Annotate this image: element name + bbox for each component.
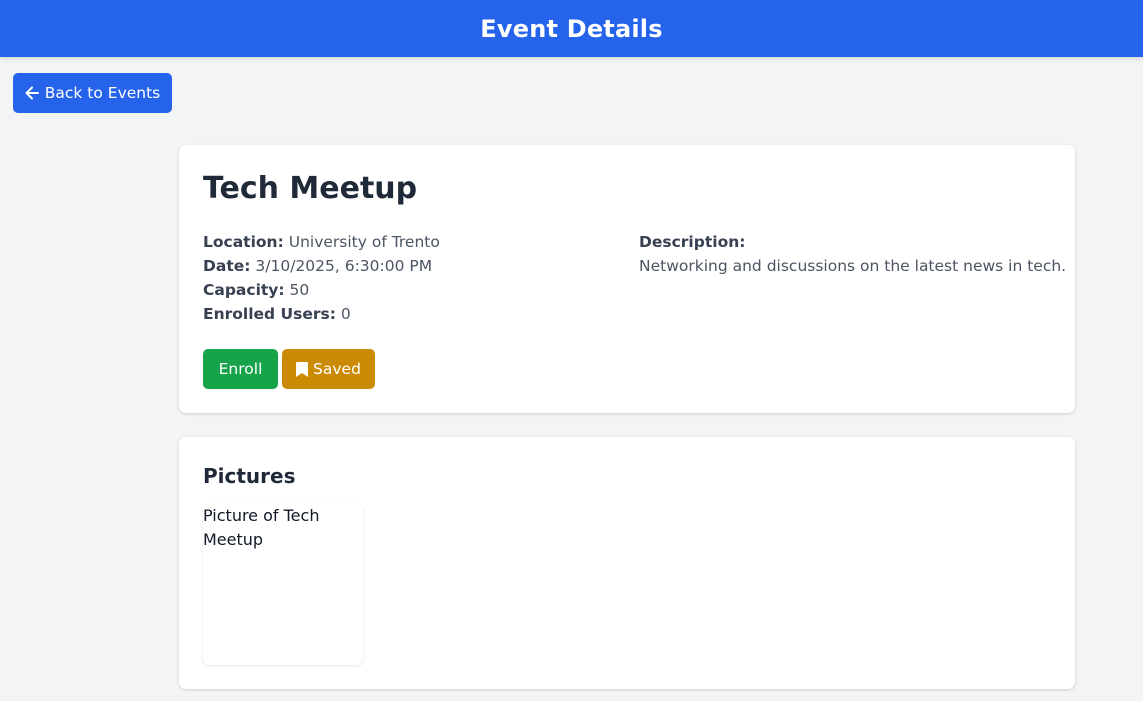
arrow-left-icon <box>25 86 39 100</box>
enrolled-value: 0 <box>340 305 351 323</box>
top-bar: Event Details <box>0 0 1143 57</box>
location-row: Location: University of Trento <box>203 230 440 254</box>
saved-button-label: Saved <box>313 360 361 378</box>
enroll-button[interactable]: Enroll <box>203 349 278 389</box>
event-picture[interactable]: Picture of Tech Meetup <box>203 504 363 665</box>
event-info: Location: University of Trento Date: 3/1… <box>203 230 440 326</box>
bookmark-icon <box>296 361 309 377</box>
back-to-events-button[interactable]: Back to Events <box>13 73 172 113</box>
capacity-label: Capacity: <box>203 281 285 299</box>
date-value: 3/10/2025, 6:30:00 PM <box>255 257 433 275</box>
event-details-card: Tech Meetup Location: University of Tren… <box>179 145 1075 413</box>
event-description: Description: Networking and discussions … <box>639 230 1066 278</box>
description-text: Networking and discussions on the latest… <box>639 257 1067 275</box>
date-label: Date: <box>203 257 251 275</box>
pictures-heading: Pictures <box>203 464 296 488</box>
event-actions: Enroll Saved <box>203 349 375 389</box>
page-title: Event Details <box>480 14 663 43</box>
date-row: Date: 3/10/2025, 6:30:00 PM <box>203 254 440 278</box>
pictures-card: Pictures Picture of Tech Meetup <box>179 437 1075 689</box>
enrolled-row: Enrolled Users: 0 <box>203 302 440 326</box>
location-value: University of Trento <box>288 233 440 251</box>
capacity-value: 50 <box>289 281 310 299</box>
back-button-label: Back to Events <box>44 84 161 102</box>
saved-button[interactable]: Saved <box>282 349 375 389</box>
description-label: Description: <box>639 233 746 251</box>
location-label: Location: <box>203 233 284 251</box>
capacity-row: Capacity: 50 <box>203 278 440 302</box>
event-title: Tech Meetup <box>203 171 418 206</box>
enrolled-label: Enrolled Users: <box>203 305 336 323</box>
